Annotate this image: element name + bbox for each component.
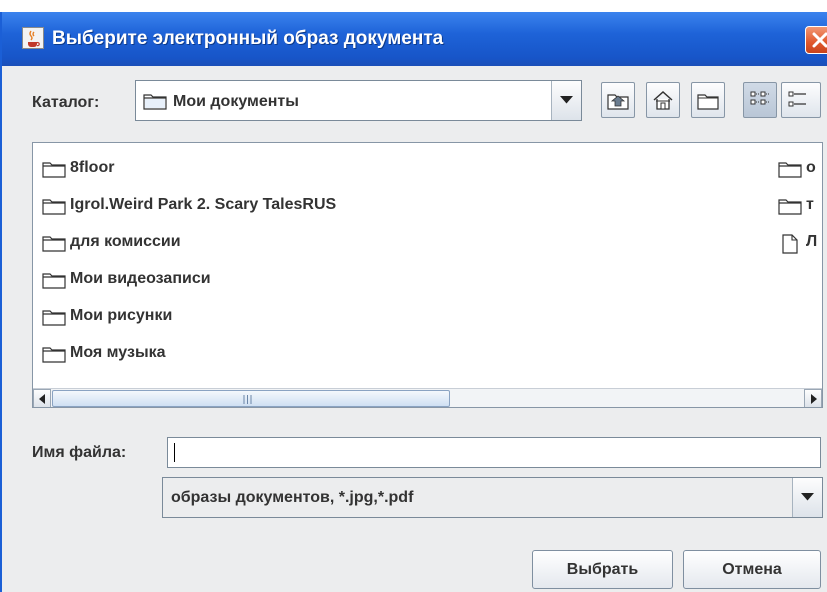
lookin-label: Каталог: xyxy=(32,94,100,111)
filename-input[interactable] xyxy=(167,437,821,468)
folder-icon xyxy=(42,162,66,178)
folder-icon xyxy=(42,199,66,215)
java-coffee-icon xyxy=(22,27,44,49)
lookin-combobox[interactable]: Мои документы xyxy=(135,80,582,121)
text-caret xyxy=(174,443,175,462)
chevron-down-icon xyxy=(801,493,814,501)
home-icon xyxy=(653,90,673,110)
list-item-label: Л xyxy=(806,233,818,250)
folder-icon xyxy=(42,347,66,363)
list-item-label: для комиссии xyxy=(70,233,181,250)
file-type-combobox[interactable]: образы документов, *.jpg,*.pdf xyxy=(162,477,823,518)
filename-label: Имя файла: xyxy=(32,444,127,461)
scroll-right-button[interactable] xyxy=(804,389,822,407)
folder-icon xyxy=(42,236,66,252)
folder-icon xyxy=(778,162,802,178)
folder-icon xyxy=(143,94,167,110)
grip-icon xyxy=(243,395,252,404)
list-item-label: Мои рисунки xyxy=(70,307,173,324)
list-item-label: Мои видеозаписи xyxy=(70,270,211,287)
details-view-icon xyxy=(788,91,806,107)
list-item-label: 8floor xyxy=(70,159,115,176)
details-view-button[interactable] xyxy=(781,82,821,118)
select-button[interactable]: Выбрать xyxy=(532,550,673,589)
cancel-button[interactable]: Отмена xyxy=(683,550,821,589)
folder-icon xyxy=(42,310,66,326)
close-button[interactable] xyxy=(805,26,827,54)
title-bar[interactable]: Выберите электронный образ документа xyxy=(2,12,827,66)
scroll-thumb[interactable] xyxy=(52,390,450,407)
folder-icon xyxy=(778,199,802,215)
lookin-value: Мои документы xyxy=(173,93,299,110)
dialog-title: Выберите электронный образ документа xyxy=(52,28,444,49)
up-one-level-icon xyxy=(607,94,629,110)
new-folder-icon xyxy=(697,94,719,110)
new-folder-button[interactable] xyxy=(691,82,725,118)
arrow-left-icon xyxy=(39,394,45,404)
list-view-button[interactable] xyxy=(743,82,777,118)
file-type-value: образы документов, *.jpg,*.pdf xyxy=(171,489,414,506)
list-item-label: Igrol.Weird Park 2. Scary TalesRUS xyxy=(70,196,337,213)
chevron-down-icon xyxy=(560,96,573,104)
list-view-icon xyxy=(750,91,769,105)
file-list[interactable]: 8floor Igrol.Weird Park 2. Scary TalesRU… xyxy=(32,142,823,408)
arrow-right-icon xyxy=(811,394,817,404)
file-type-dropdown-button[interactable] xyxy=(792,478,822,517)
list-item-label: Моя музыка xyxy=(70,344,166,361)
home-button[interactable] xyxy=(646,82,680,118)
list-item-label: о xyxy=(806,159,816,176)
list-item-label: т xyxy=(806,196,814,213)
up-one-level-button[interactable] xyxy=(601,82,635,118)
scroll-left-button[interactable] xyxy=(33,389,51,407)
close-icon xyxy=(812,32,827,48)
file-chooser-dialog: Выберите электронный образ документа Кат… xyxy=(0,12,827,592)
lookin-dropdown-button[interactable] xyxy=(551,81,581,120)
file-icon xyxy=(782,234,798,254)
folder-icon xyxy=(42,273,66,289)
horizontal-scrollbar[interactable] xyxy=(33,388,822,407)
